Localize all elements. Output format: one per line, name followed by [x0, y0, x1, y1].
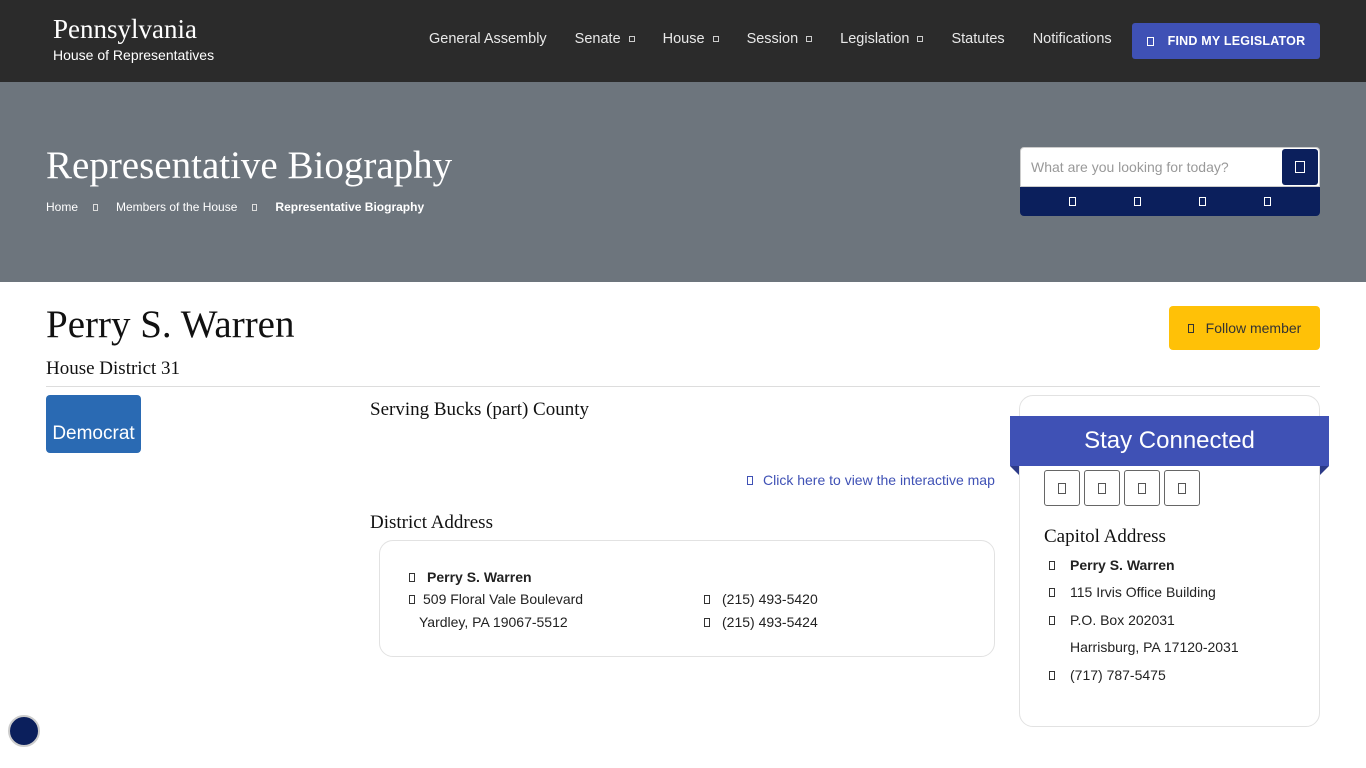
district-street: 509 Floral Vale Boulevard — [423, 591, 584, 607]
quick-link-icon[interactable] — [1134, 197, 1141, 206]
chevron-down-icon — [712, 36, 719, 42]
breadcrumb-home[interactable]: Home — [46, 200, 78, 214]
member-name: Perry S. Warren — [46, 303, 295, 346]
follow-button-label: Follow member — [1205, 320, 1302, 336]
nav-label: Senate — [574, 31, 621, 47]
divider — [46, 386, 1320, 387]
capitol-name-row: Perry S. Warren — [1049, 557, 1175, 573]
follow-member-button[interactable]: Follow member — [1169, 306, 1320, 350]
district-name-row: Perry S. Warren — [409, 569, 532, 585]
nav-general-assembly[interactable]: General Assembly — [429, 31, 547, 47]
chevron-down-icon — [917, 36, 924, 42]
nav-label: Session — [746, 31, 799, 47]
map-icon — [747, 475, 753, 485]
quick-link-icon[interactable] — [1199, 197, 1206, 206]
stay-connected-ribbon: Stay Connected — [1010, 416, 1329, 466]
bell-icon — [1187, 323, 1194, 333]
capitol-pobox: P.O. Box 202031 — [1070, 612, 1175, 628]
facebook-icon — [1058, 482, 1066, 494]
map-link-label: Click here to view the interactive map — [763, 472, 995, 488]
facebook-button[interactable] — [1044, 470, 1080, 506]
ribbon-fold — [1010, 466, 1019, 475]
twitter-icon — [1098, 482, 1106, 494]
search-input[interactable]: What are you looking for today? — [1020, 147, 1320, 187]
search-icon — [1295, 161, 1305, 173]
nav-notifications[interactable]: Notifications — [1033, 31, 1112, 47]
quick-link-icon[interactable] — [1264, 197, 1271, 206]
site-brand[interactable]: Pennsylvania House of Representatives — [53, 14, 214, 64]
page-title: Representative Biography — [46, 144, 453, 187]
capitol-pobox-row: P.O. Box 202031 — [1049, 612, 1175, 628]
search-button[interactable] — [1282, 149, 1318, 185]
search-quick-links — [1020, 187, 1320, 216]
nav-house[interactable]: House — [663, 31, 719, 47]
nav-legislation[interactable]: Legislation — [840, 31, 924, 47]
capitol-phone: (717) 787-5475 — [1070, 667, 1166, 683]
rss-icon — [1178, 482, 1186, 494]
district-phone2-row[interactable]: (215) 493-5424 — [704, 614, 818, 630]
instagram-icon — [1138, 482, 1146, 494]
district-address-card: Perry S. Warren 509 Floral Vale Boulevar… — [379, 540, 995, 657]
chevron-right-icon — [252, 203, 258, 211]
brand-subtitle: House of Representatives — [53, 47, 215, 63]
quick-link-icon[interactable] — [1069, 197, 1076, 206]
fax-icon — [704, 617, 710, 627]
chevron-down-icon — [806, 36, 813, 42]
interactive-map-link[interactable]: Click here to view the interactive map — [747, 472, 995, 488]
brand-title: Pennsylvania — [53, 14, 197, 44]
party-badge: Democrat — [46, 395, 141, 453]
nav-label: General Assembly — [429, 31, 547, 47]
district-address-heading: District Address — [370, 512, 493, 533]
district-city-row: Yardley, PA 19067-5512 — [419, 614, 568, 630]
capitol-office: 115 Irvis Office Building — [1070, 584, 1216, 600]
nav-statutes[interactable]: Statutes — [951, 31, 1004, 47]
user-icon — [1049, 560, 1055, 570]
capitol-city-row: Harrisburg, PA 17120-2031 — [1070, 639, 1239, 655]
capitol-name: Perry S. Warren — [1070, 557, 1175, 573]
instagram-button[interactable] — [1124, 470, 1160, 506]
nav-label: Notifications — [1032, 31, 1112, 47]
map-marker-icon — [1049, 615, 1055, 625]
map-marker-icon — [409, 594, 415, 604]
breadcrumb-members[interactable]: Members of the House — [116, 200, 237, 214]
map-marker-icon — [1146, 36, 1154, 46]
capitol-city: Harrisburg, PA 17120-2031 — [1070, 639, 1239, 655]
member-district: House District 31 — [46, 358, 181, 379]
rss-button[interactable] — [1164, 470, 1200, 506]
nav-label: Legislation — [840, 31, 910, 47]
main-nav: General Assembly Senate House Session Le… — [429, 31, 1140, 47]
twitter-button[interactable] — [1084, 470, 1120, 506]
nav-label: Statutes — [951, 31, 1005, 47]
capitol-office-row: 115 Irvis Office Building — [1049, 584, 1216, 600]
district-phone2: (215) 493-5424 — [722, 614, 818, 630]
breadcrumb: Home Members of the House Representative… — [46, 200, 424, 214]
capitol-address-heading: Capitol Address — [1044, 526, 1166, 547]
nav-label: House — [662, 31, 705, 47]
phone-icon — [1049, 670, 1055, 680]
ribbon-fold — [1320, 466, 1329, 475]
district-name: Perry S. Warren — [427, 569, 532, 585]
breadcrumb-current: Representative Biography — [275, 200, 425, 214]
top-navbar: Pennsylvania House of Representatives Ge… — [0, 0, 1366, 82]
page-banner: Representative Biography Home Members of… — [0, 82, 1366, 282]
find-my-legislator-button[interactable]: FIND MY LEGISLATOR — [1132, 23, 1320, 59]
chevron-down-icon — [628, 36, 635, 42]
find-button-label: FIND MY LEGISLATOR — [1167, 34, 1306, 48]
search-widget: What are you looking for today? — [1020, 147, 1320, 216]
district-phone1: (215) 493-5420 — [722, 591, 818, 607]
serving-county: Serving Bucks (part) County — [370, 399, 590, 420]
district-city: Yardley, PA 19067-5512 — [419, 614, 568, 630]
phone-icon — [704, 594, 710, 604]
accessibility-widget-icon[interactable] — [8, 715, 40, 747]
building-icon — [1049, 587, 1055, 597]
capitol-phone-row[interactable]: (717) 787-5475 — [1049, 667, 1166, 683]
nav-senate[interactable]: Senate — [575, 31, 635, 47]
district-phone1-row[interactable]: (215) 493-5420 — [704, 591, 818, 607]
user-icon — [409, 572, 415, 582]
social-links — [1044, 470, 1200, 506]
district-street-row: 509 Floral Vale Boulevard — [409, 591, 583, 607]
nav-session[interactable]: Session — [747, 31, 813, 47]
chevron-right-icon — [93, 203, 99, 211]
